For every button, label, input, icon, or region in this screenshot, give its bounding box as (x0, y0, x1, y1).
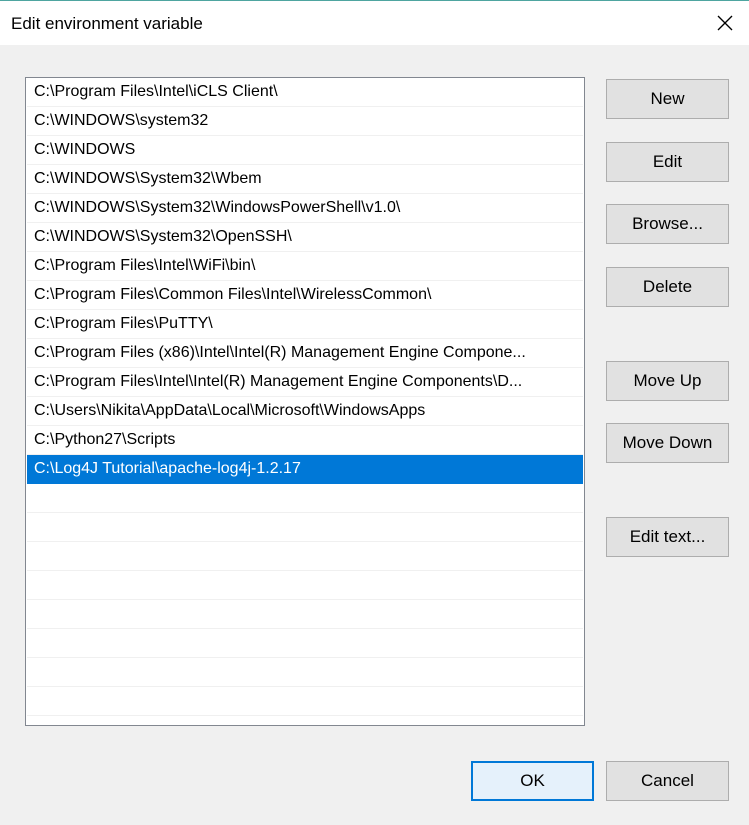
path-list-item[interactable]: C:\Log4J Tutorial\apache-log4j-1.2.17 (27, 455, 583, 484)
path-list-empty-row[interactable] (27, 600, 583, 629)
move-down-button[interactable]: Move Down (606, 423, 729, 463)
window-title: Edit environment variable (11, 14, 203, 33)
close-button[interactable] (702, 1, 748, 45)
path-list-item[interactable]: C:\Python27\Scripts (27, 426, 583, 455)
path-list-item[interactable]: C:\WINDOWS\System32\Wbem (27, 165, 583, 194)
edit-button[interactable]: Edit (606, 142, 729, 182)
title-bar: Edit environment variable (0, 1, 749, 45)
path-list-empty-row[interactable] (27, 484, 583, 513)
close-icon (717, 15, 733, 31)
move-up-button[interactable]: Move Up (606, 361, 729, 401)
path-list-item[interactable]: C:\WINDOWS\system32 (27, 107, 583, 136)
edit-text-button[interactable]: Edit text... (606, 517, 729, 557)
path-list-empty-row[interactable] (27, 542, 583, 571)
path-list-item[interactable]: C:\WINDOWS\System32\WindowsPowerShell\v1… (27, 194, 583, 223)
path-list-empty-row[interactable] (27, 571, 583, 600)
delete-button[interactable]: Delete (606, 267, 729, 307)
path-list-empty-row[interactable] (27, 513, 583, 542)
path-list-empty-row[interactable] (27, 687, 583, 716)
path-list-item[interactable]: C:\WINDOWS\System32\OpenSSH\ (27, 223, 583, 252)
path-list-empty-row[interactable] (27, 716, 583, 725)
edit-environment-variable-dialog: Edit environment variable C:\Program Fil… (0, 0, 749, 825)
path-list-item[interactable]: C:\Program Files\Intel\WiFi\bin\ (27, 252, 583, 281)
path-list-item[interactable]: C:\Users\Nikita\AppData\Local\Microsoft\… (27, 397, 583, 426)
path-list-item[interactable]: C:\Program Files\Common Files\Intel\Wire… (27, 281, 583, 310)
cancel-button[interactable]: Cancel (606, 761, 729, 801)
ok-button[interactable]: OK (471, 761, 594, 801)
path-list-item[interactable]: C:\Program Files\PuTTY\ (27, 310, 583, 339)
new-button[interactable]: New (606, 79, 729, 119)
browse-button[interactable]: Browse... (606, 204, 729, 244)
path-list-empty-row[interactable] (27, 629, 583, 658)
path-list-item[interactable]: C:\Program Files\Intel\Intel(R) Manageme… (27, 368, 583, 397)
path-list[interactable]: C:\Program Files\Intel\iCLS Client\ C:\WI… (25, 77, 585, 726)
path-list-item[interactable]: C:\Program Files\Intel\iCLS Client\ (27, 78, 583, 107)
path-list-item[interactable]: C:\WINDOWS (27, 136, 583, 165)
path-list-item[interactable]: C:\Program Files (x86)\Intel\Intel(R) Ma… (27, 339, 583, 368)
path-list-empty-row[interactable] (27, 658, 583, 687)
